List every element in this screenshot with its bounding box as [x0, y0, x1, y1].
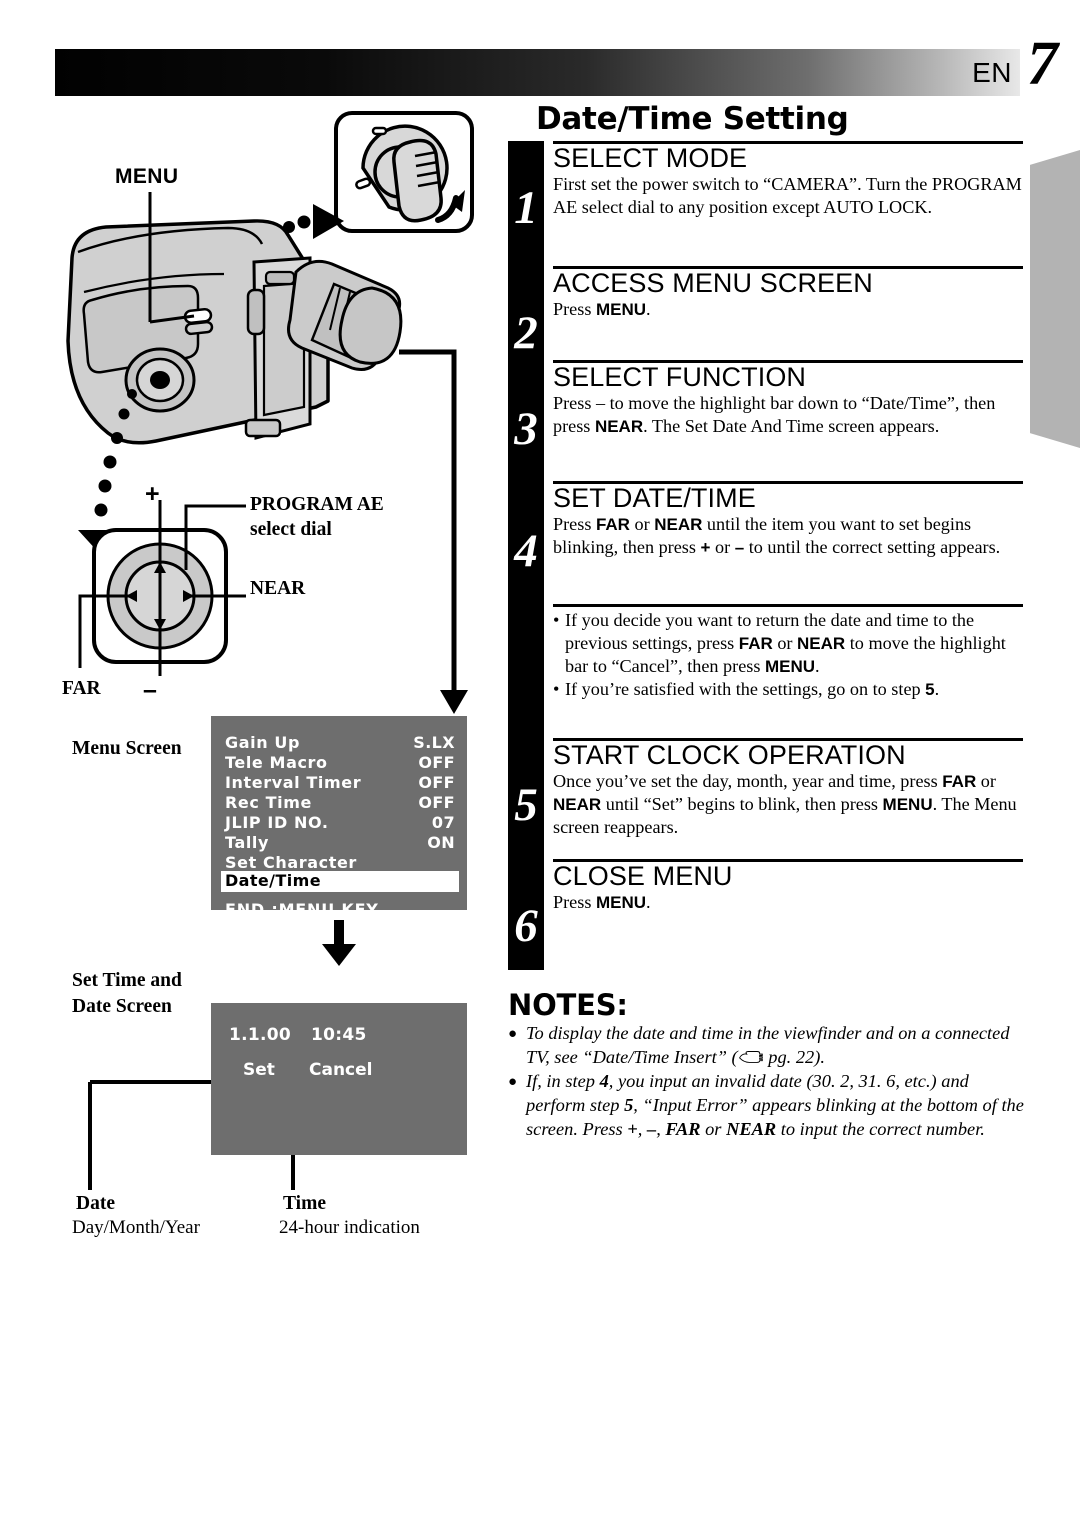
osd-value: OFF: [418, 773, 455, 792]
osd-row-tele-macro: Tele Macro OFF: [225, 753, 455, 772]
label-date-sub: Day/Month/Year: [72, 1217, 200, 1238]
callout-menu: MENU: [115, 165, 179, 188]
note-text: To display the date and time in the view…: [526, 1023, 1010, 1067]
pointing-hand-icon: [738, 1048, 764, 1063]
step-3-heading: SELECT FUNCTION: [553, 362, 807, 392]
callout-near: NEAR: [250, 578, 306, 599]
step-5: START CLOCK OPERATION Once you’ve set th…: [553, 741, 1025, 839]
step-6-heading: CLOSE MENU: [553, 861, 733, 891]
callout-program-ae-line2: select dial: [250, 519, 332, 541]
callout-menu-screen: Menu Screen: [72, 738, 182, 759]
label-time-sub: 24-hour indication: [279, 1217, 420, 1238]
label-time-title: Time: [283, 1193, 326, 1214]
bullet-text: If you’re satisfied with the settings, g…: [565, 679, 940, 700]
osd-cancel-button[interactable]: Cancel: [309, 1060, 372, 1080]
callout-far: FAR: [62, 678, 101, 699]
step-1-heading: SELECT MODE: [553, 143, 748, 173]
callout-set-time-screen: Set Time and Date Screen: [72, 968, 182, 1020]
manual-page: EN 7 Date/Time Setting MENU PROGRAM AE s…: [0, 0, 1080, 1533]
step-number-2: 2: [514, 307, 538, 359]
side-thumb-tab: [1030, 150, 1080, 448]
note-item-2: ● If, in step 4, you input an invalid da…: [508, 1070, 1026, 1141]
callout-program-ae-line1: PROGRAM AE: [250, 494, 384, 515]
osd-label: JLIP ID NO.: [225, 813, 329, 832]
flow-arrow-to-menu-screen: [399, 349, 468, 714]
step-6-body: Press MENU.: [553, 892, 651, 913]
callout-minus: –: [143, 676, 157, 704]
osd-label: Set Character: [225, 853, 357, 872]
osd-set-time-date-screen: 1.1.00 10:45 Set Cancel: [211, 1003, 467, 1155]
osd-label: Interval Timer: [225, 773, 362, 792]
step-number-4: 4: [514, 525, 538, 577]
osd-row-interval-timer: Interval Timer OFF: [225, 773, 455, 792]
step-1-body: First set the power switch to “CAMERA”. …: [553, 174, 1022, 218]
note-item-1: ● To display the date and time in the vi…: [508, 1022, 1026, 1069]
step-3: SELECT FUNCTION Press – to move the high…: [553, 363, 1025, 438]
step-4: SET DATE/TIME Press FAR or NEAR until th…: [553, 484, 1025, 559]
osd-row-set-character: Set Character: [225, 853, 455, 872]
osd-menu-screen: Gain Up S.LX Tele Macro OFF Interval Tim…: [211, 716, 467, 919]
step-number-3: 3: [514, 403, 538, 455]
dotted-arrow-to-pad: [78, 389, 140, 564]
bullet-dot: ●: [508, 1074, 518, 1091]
osd-time-value: 10:45: [311, 1025, 367, 1045]
osd-label: Gain Up: [225, 733, 301, 752]
osd-row-tally: Tally ON: [225, 833, 455, 852]
osd-value: S.LX: [413, 733, 455, 752]
osd-row-date-time-highlighted: Date/Time: [221, 871, 459, 892]
program-ae-dial-inset: [334, 111, 474, 233]
notes-title: NOTES:: [508, 988, 628, 1022]
step-4-bullet-2: • If you’re satisfied with the settings,…: [553, 678, 1023, 701]
osd-label: Tele Macro: [225, 753, 328, 772]
step-number-6: 6: [514, 900, 538, 952]
step-5-heading: START CLOCK OPERATION: [553, 740, 906, 770]
osd-date-value: 1.1.00: [229, 1025, 292, 1045]
bullet-dot: ●: [508, 1026, 518, 1042]
page-number: 7: [1027, 30, 1058, 98]
osd-set-button[interactable]: Set: [243, 1060, 275, 1080]
control-pad-illustration: [78, 500, 246, 676]
step-4-body: Press FAR or NEAR until the item you wan…: [553, 514, 1001, 558]
callout-program-ae: PROGRAM AE select dial: [250, 492, 384, 543]
osd-value: 07: [431, 813, 455, 832]
step-5-body: Once you’ve set the day, month, year and…: [553, 771, 1017, 838]
osd-value: OFF: [418, 753, 455, 772]
flow-arrow-to-settime-screen: [322, 920, 356, 966]
osd-label: Rec Time: [225, 793, 312, 812]
step-4-bullets: • If you decide you want to return the d…: [553, 609, 1023, 701]
step-4-bullet-1: • If you decide you want to return the d…: [553, 609, 1023, 678]
step-2-heading: ACCESS MENU SCREEN: [553, 268, 873, 298]
callout-set-time-line2: Date Screen: [72, 995, 172, 1017]
osd-row-rec-time: Rec Time OFF: [225, 793, 455, 812]
step-3-body: Press – to move the highlight bar down t…: [553, 393, 996, 437]
header-gradient-bar: [55, 49, 1020, 96]
label-date-title: Date: [76, 1193, 115, 1214]
osd-value: OFF: [418, 793, 455, 812]
step-number-1: 1: [514, 182, 538, 234]
dotted-arrow-to-dial: [240, 204, 344, 251]
camcorder-illustration: [66, 219, 403, 445]
osd-row-gain-up: Gain Up S.LX: [225, 733, 455, 752]
notes-list: ● To display the date and time in the vi…: [508, 1022, 1026, 1142]
bullet-dot: •: [553, 679, 560, 700]
step-2: ACCESS MENU SCREEN Press MENU.: [553, 269, 1025, 321]
note-text: If, in step 4, you input an invalid date…: [526, 1071, 1024, 1139]
callout-plus: +: [145, 480, 160, 508]
osd-label-highlighted: Date/Time: [225, 871, 321, 890]
step-number-5: 5: [514, 779, 538, 831]
osd-row-jlip-id-no: JLIP ID NO. 07: [225, 813, 455, 832]
page-title: Date/Time Setting: [536, 101, 849, 137]
step-6: CLOSE MENU Press MENU.: [553, 862, 1025, 914]
callout-set-time-line1: Set Time and: [72, 970, 182, 991]
osd-value: ON: [427, 833, 455, 852]
bullet-text: If you decide you want to return the dat…: [565, 610, 1006, 677]
step-4-heading: SET DATE/TIME: [553, 483, 756, 513]
bullet-dot: •: [553, 610, 560, 630]
language-code: EN: [972, 57, 1012, 88]
osd-footer-hint: END :MENU KEY: [225, 900, 379, 919]
step-1: SELECT MODE First set the power switch t…: [553, 144, 1025, 219]
step-2-body: Press MENU.: [553, 299, 651, 320]
osd-label: Tally: [225, 833, 270, 852]
